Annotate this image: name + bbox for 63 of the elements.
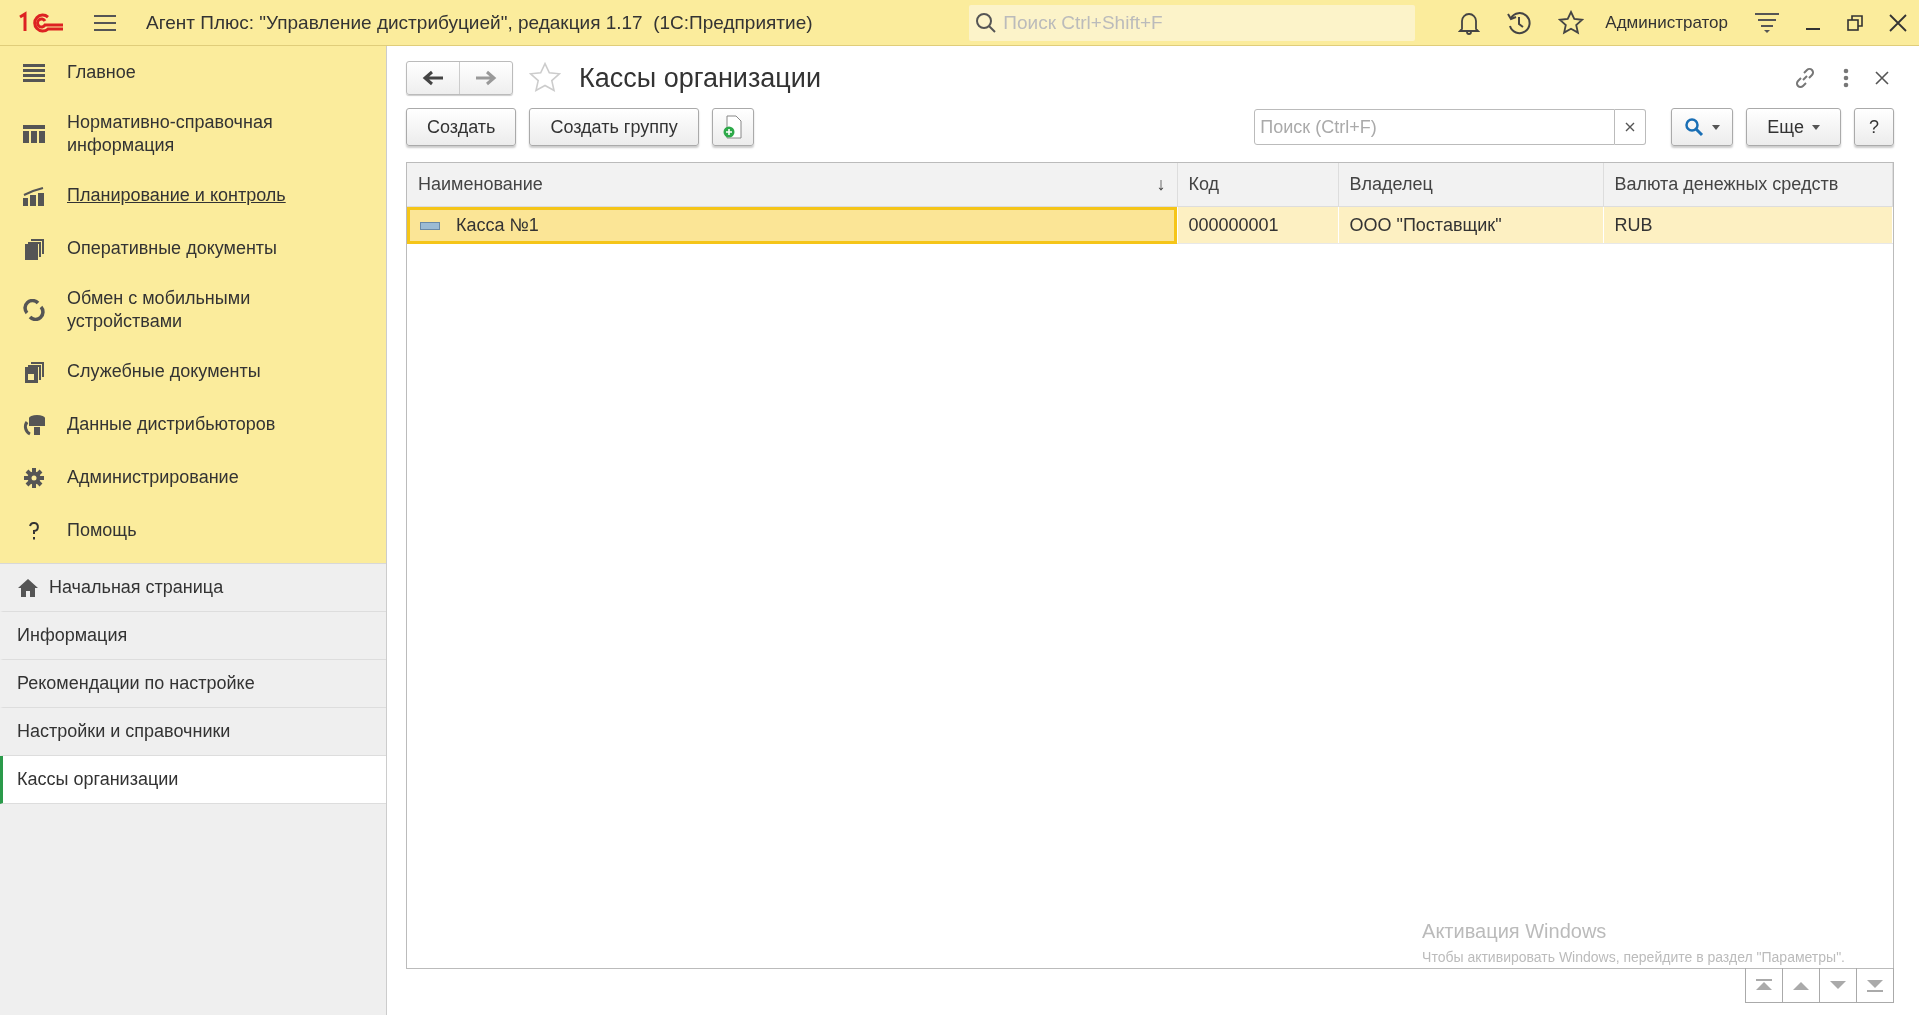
home-icon: [17, 577, 39, 598]
logo-icon: [18, 10, 64, 35]
open-page-tab[interactable]: Информация: [0, 612, 386, 660]
star-icon[interactable]: [527, 61, 563, 95]
section-link[interactable]: Администрирование: [67, 466, 239, 489]
bell-icon[interactable]: [1458, 10, 1481, 35]
caret-icon: [1812, 124, 1820, 130]
column-header[interactable]: Валюта денежных средств: [1603, 163, 1893, 207]
filter-menu-icon[interactable]: [1755, 11, 1779, 34]
settings-icon: [23, 466, 45, 489]
documents-icon: [23, 237, 45, 260]
clear-icon[interactable]: [1625, 122, 1636, 132]
open-page-tab[interactable]: Начальная страница: [0, 564, 386, 612]
column-header[interactable]: Код: [1177, 163, 1338, 207]
user-name[interactable]: Администратор: [1605, 12, 1728, 33]
database-icon: [22, 413, 46, 436]
toolbar-button[interactable]: Создать группу: [529, 108, 699, 146]
add-document-icon: [722, 115, 743, 139]
activation-notice-text: Чтобы активировать Windows, перейдите в раздел "Параметры".: [1422, 949, 1845, 965]
table-cell: Касса №1: [456, 214, 539, 235]
section-link[interactable]: Планирование и контроль: [67, 184, 286, 207]
search-field[interactable]: Поиск (Ctrl+F): [1254, 109, 1616, 145]
help-icon: [27, 520, 41, 541]
section-link[interactable]: Данные дистрибьюторов: [67, 413, 276, 436]
section-link[interactable]: Нормативно-справочная информация: [67, 111, 327, 157]
sort-arrow: ↓: [1156, 174, 1166, 195]
documents-icon: [23, 360, 45, 383]
activation-notice-title: Активация Windows: [1422, 920, 1608, 943]
section-link[interactable]: Обмен с мобильными устройствами: [67, 287, 327, 333]
search-options-button[interactable]: [1671, 108, 1734, 146]
open-page-tab[interactable]: Кассы организации: [0, 756, 386, 804]
caret-icon: [1712, 124, 1721, 130]
section-link[interactable]: Помощь: [67, 519, 137, 542]
history-icon[interactable]: [1506, 9, 1533, 36]
column-header[interactable]: Наименование: [418, 174, 543, 194]
search-field[interactable]: Поиск Ctrl+Shift+F: [969, 4, 1416, 41]
sync-icon: [23, 299, 45, 321]
help-button[interactable]: ?: [1854, 108, 1894, 146]
more-button[interactable]: Еще: [1746, 108, 1841, 146]
window-title: Агент Плюс: "Управление дистрибуцией", редакция 1.17 (1С:Предприятие): [146, 11, 814, 34]
table-cell: RUB: [1603, 206, 1893, 244]
table-cell: ООО "Поставщик": [1338, 206, 1603, 244]
add-file-button[interactable]: [711, 108, 754, 146]
column-header[interactable]: Владелец: [1338, 163, 1603, 207]
restore-icon[interactable]: [1847, 14, 1863, 31]
section-link[interactable]: Главное: [67, 61, 136, 84]
close-icon[interactable]: [1875, 71, 1889, 85]
table-cell: 000000001: [1177, 206, 1338, 244]
bar-chart-icon: [23, 185, 45, 206]
close-icon[interactable]: [1889, 13, 1907, 32]
item-icon: [420, 221, 440, 230]
search-icon: [1684, 117, 1705, 137]
open-page-tab[interactable]: Рекомендации по настройке: [0, 660, 386, 708]
form-title: Кассы организации: [579, 62, 822, 94]
section-link[interactable]: Служебные документы: [67, 360, 261, 383]
grid-icon: [23, 124, 45, 144]
more-vertical-icon[interactable]: [1843, 68, 1849, 88]
menu-icon[interactable]: [94, 13, 116, 32]
link-icon[interactable]: [1793, 66, 1817, 90]
toolbar-button[interactable]: Создать: [406, 108, 517, 146]
menu-icon: [23, 62, 45, 83]
section-link[interactable]: Оперативные документы: [67, 237, 278, 260]
star-icon[interactable]: [1558, 9, 1585, 36]
